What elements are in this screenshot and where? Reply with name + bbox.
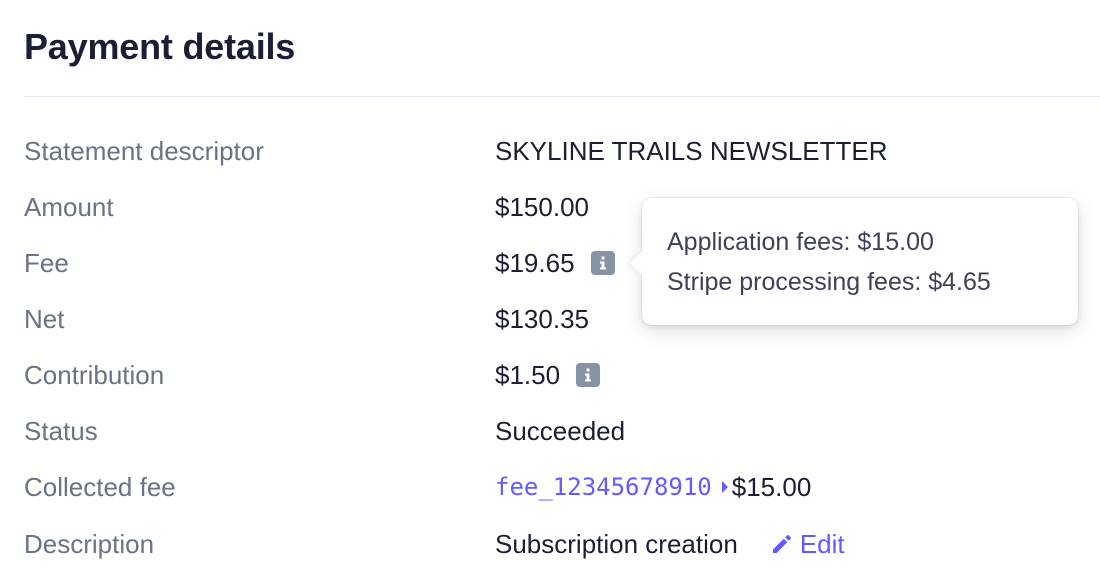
divider <box>24 96 1100 97</box>
amount-value: $150.00 <box>495 192 589 222</box>
detail-row-status: Status Succeeded <box>0 411 1100 451</box>
fee-breakdown-tooltip: Application fees: $15.00 Stripe processi… <box>629 198 1078 325</box>
detail-label: Net <box>24 304 65 334</box>
detail-row-statement-descriptor: Statement descriptor SKYLINE TRAILS NEWS… <box>0 131 1100 171</box>
detail-value: $1.50 <box>495 355 601 395</box>
detail-row-contribution: Contribution $1.50 <box>0 355 1100 395</box>
status-value: Succeeded <box>495 416 626 446</box>
fee-value: $19.65 <box>495 248 575 278</box>
tooltip-value: $4.65 <box>928 268 991 296</box>
contribution-value: $1.50 <box>495 360 561 390</box>
payment-details-page: Payment details Statement descriptor SKY… <box>0 0 1100 580</box>
tooltip-line-processing-fees: Stripe processing fees: $4.65 <box>667 264 991 300</box>
detail-value: SKYLINE TRAILS NEWSLETTER <box>495 131 888 171</box>
detail-row-description: Description Subscription creation Edit <box>0 524 1100 564</box>
detail-label: Contribution <box>24 360 165 390</box>
detail-label: Status <box>24 416 98 446</box>
net-value: $130.35 <box>495 304 589 334</box>
detail-row-collected-fee: Collected fee fee_12345678910 $15.00 <box>0 467 1100 507</box>
caret-right-icon <box>721 481 728 493</box>
detail-label: Collected fee <box>24 472 176 502</box>
detail-label: Fee <box>24 248 69 278</box>
tooltip-value: $15.00 <box>857 228 934 256</box>
detail-value: Subscription creation Edit <box>495 524 845 564</box>
collected-fee-value: $15.00 <box>731 472 812 502</box>
detail-label: Description <box>24 529 155 559</box>
detail-label: Amount <box>24 192 114 222</box>
detail-label: Statement descriptor <box>24 136 264 166</box>
detail-value: fee_12345678910 $15.00 <box>495 467 811 507</box>
edit-label: Edit <box>799 529 845 559</box>
fee-id-link[interactable]: fee_12345678910 <box>495 467 712 507</box>
edit-button[interactable]: Edit <box>770 524 845 564</box>
detail-value: $130.35 <box>495 299 589 339</box>
detail-value: Succeeded <box>495 411 625 451</box>
page-title: Payment details <box>24 26 296 67</box>
detail-value: $150.00 <box>495 187 589 227</box>
pencil-icon <box>772 535 791 553</box>
tooltip-line-application-fees: Application fees: $15.00 <box>667 224 934 260</box>
info-icon[interactable] <box>590 251 615 275</box>
tooltip-label: Application fees: <box>667 228 851 256</box>
detail-value: $19.65 <box>495 243 615 283</box>
statement-descriptor-value: SKYLINE TRAILS NEWSLETTER <box>495 136 888 166</box>
info-icon[interactable] <box>576 363 601 387</box>
description-value: Subscription creation <box>495 529 738 559</box>
tooltip-label: Stripe processing fees: <box>667 268 922 296</box>
